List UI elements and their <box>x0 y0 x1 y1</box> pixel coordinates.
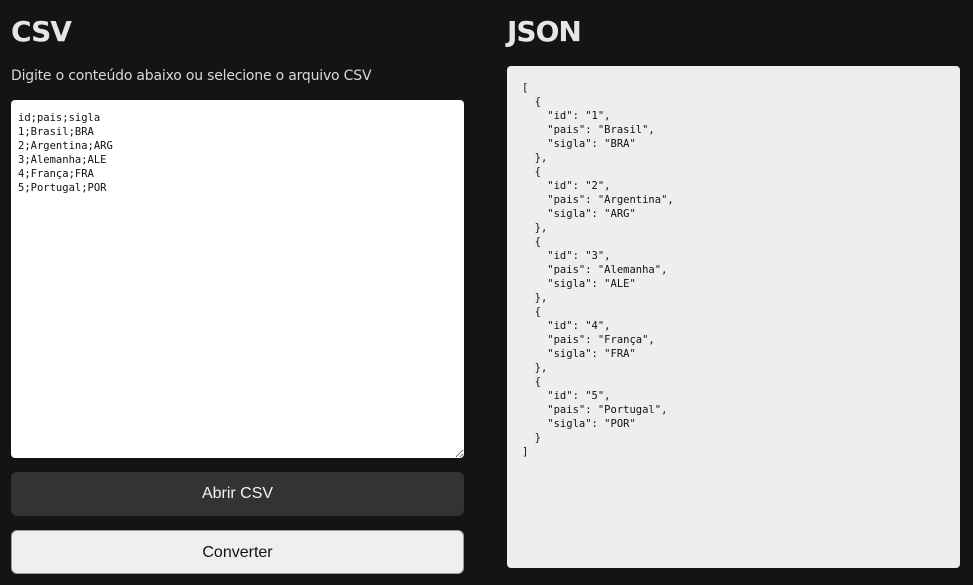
json-output: [ { "id": "1", "pais": "Brasil", "sigla"… <box>507 66 960 568</box>
open-csv-button[interactable]: Abrir CSV <box>11 472 464 516</box>
csv-input[interactable] <box>11 100 464 458</box>
json-panel-title: JSON <box>507 15 582 48</box>
convert-button[interactable]: Converter <box>11 530 464 574</box>
csv-panel-instructions: Digite o conteúdo abaixo ou selecione o … <box>11 68 372 84</box>
csv-panel-title: CSV <box>11 15 72 48</box>
csv-to-json-converter-page: CSV Digite o conteúdo abaixo ou selecion… <box>0 0 973 585</box>
